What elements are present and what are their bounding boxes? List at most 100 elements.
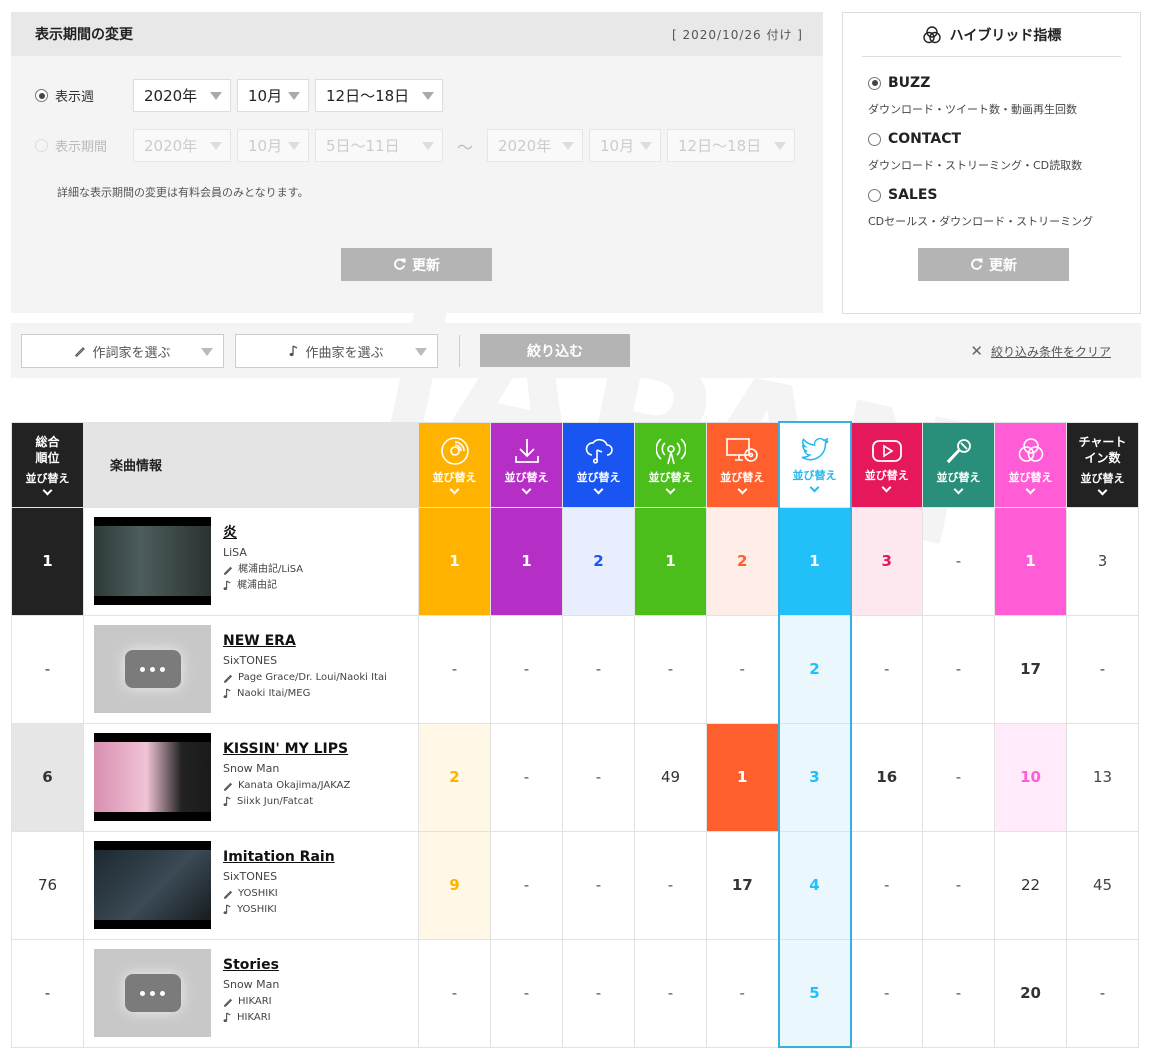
chevron-down-icon bbox=[953, 484, 964, 495]
range-to-year-select[interactable]: 2020年 bbox=[487, 129, 584, 162]
dropdown-arrow-icon bbox=[422, 141, 434, 150]
chartin-header[interactable]: チャート イン数 並び替え bbox=[1066, 421, 1139, 508]
music-note-icon bbox=[223, 796, 231, 807]
chevron-down-icon bbox=[665, 484, 676, 495]
video-thumbnail[interactable] bbox=[94, 841, 211, 929]
hybrid-update-button[interactable]: 更新 bbox=[918, 248, 1069, 281]
hybrid-icon bbox=[922, 25, 941, 43]
table-row: 1 炎 LiSA 梶浦由記/LiSA 梶浦由記 1 1 2 1 2 1 3-1 3 bbox=[11, 506, 1139, 616]
buzz-radio[interactable] bbox=[868, 76, 881, 90]
hybrid-header[interactable]: 並び替え bbox=[994, 421, 1067, 508]
song-title-link[interactable]: NEW ERA bbox=[223, 634, 387, 648]
composer-credit: HIKARI bbox=[223, 1012, 279, 1023]
range-row: 表示期間 2020年 10月 5日〜11日 〜 2020年 10月 12日〜18… bbox=[35, 129, 801, 162]
chevron-down-icon bbox=[521, 484, 532, 495]
lyricist-select[interactable]: 作詞家を選ぶ bbox=[21, 334, 224, 368]
pc-rank-cell: 2 bbox=[706, 506, 779, 616]
download-rank-cell: - bbox=[490, 938, 563, 1048]
song-title-link[interactable]: Imitation Rain bbox=[223, 850, 335, 864]
range-to-month-select[interactable]: 10月 bbox=[589, 129, 662, 162]
period-update-button[interactable]: 更新 bbox=[341, 248, 492, 281]
cd-rank-cell: - bbox=[418, 938, 491, 1048]
table-row: 76 Imitation Rain SixTONES YOSHIKI YOSHIKI 9-… bbox=[11, 830, 1139, 940]
range-from-day-select[interactable]: 5日〜11日 bbox=[315, 129, 443, 162]
dropdown-arrow-icon bbox=[640, 141, 653, 150]
radio-header[interactable]: 並び替え bbox=[634, 421, 707, 508]
download-rank-cell: - bbox=[490, 830, 563, 940]
karaoke-header[interactable]: 並び替え bbox=[922, 421, 995, 508]
streaming-rank-cell: - bbox=[562, 830, 635, 940]
week-range-select[interactable]: 12日〜18日 bbox=[315, 79, 443, 112]
composer-select[interactable]: 作曲家を選ぶ bbox=[235, 334, 438, 368]
rank-header[interactable]: 総合 順位 並び替え bbox=[11, 421, 84, 508]
song-title-link[interactable]: KISSIN' MY LIPS bbox=[223, 742, 350, 756]
period-header: 表示期間の変更 [ 2020/10/26 付け ] bbox=[11, 12, 823, 56]
refresh-icon bbox=[394, 258, 406, 270]
chevron-down-icon bbox=[809, 482, 820, 493]
youtube-rank-cell: - bbox=[850, 614, 923, 724]
dropdown-arrow-icon bbox=[415, 348, 427, 356]
song-info-cell: KISSIN' MY LIPS Snow Man Kanata Okajima/JA… bbox=[83, 722, 419, 832]
hybrid-option-sales[interactable]: SALES bbox=[868, 187, 938, 203]
karaoke-rank-cell: - bbox=[922, 614, 995, 724]
sales-radio[interactable] bbox=[868, 188, 881, 202]
week-radio[interactable] bbox=[35, 89, 48, 102]
video-thumbnail[interactable] bbox=[94, 733, 211, 821]
hybrid-desc-sales: CDセールス・ダウンロード・ストリーミング bbox=[868, 215, 1094, 228]
rank-cell: 76 bbox=[11, 830, 84, 940]
chartin-cell: 3 bbox=[1066, 506, 1139, 616]
twitter-header[interactable]: 並び替え bbox=[777, 421, 852, 508]
composer-credit: YOSHIKI bbox=[223, 904, 335, 915]
info-header: 楽曲情報 bbox=[83, 421, 419, 508]
pencil-icon bbox=[224, 566, 233, 575]
music-note-icon bbox=[223, 1012, 231, 1023]
filter-clear-link[interactable]: ✕ 絞り込み条件をクリア bbox=[970, 342, 1111, 360]
dropdown-arrow-icon bbox=[422, 91, 434, 100]
hybrid-option-buzz[interactable]: BUZZ bbox=[868, 75, 930, 91]
video-thumbnail[interactable] bbox=[94, 517, 211, 605]
cd-rank-cell: 9 bbox=[418, 830, 491, 940]
cd-rank-cell: - bbox=[418, 614, 491, 724]
hybrid-option-contact[interactable]: CONTACT bbox=[868, 131, 961, 147]
song-title-link[interactable]: Stories bbox=[223, 958, 279, 972]
filter-apply-button[interactable]: 絞り込む bbox=[480, 334, 630, 367]
range-from-year-select[interactable]: 2020年 bbox=[133, 129, 231, 162]
cd-header[interactable]: 並び替え bbox=[418, 421, 491, 508]
range-from-month-select[interactable]: 10月 bbox=[237, 129, 309, 162]
chevron-down-icon bbox=[1097, 485, 1108, 496]
video-placeholder[interactable] bbox=[94, 949, 211, 1037]
week-month-select[interactable]: 10月 bbox=[237, 79, 309, 112]
week-year-select[interactable]: 2020年 bbox=[133, 79, 231, 112]
streaming-icon bbox=[585, 438, 613, 464]
download-header[interactable]: 並び替え bbox=[490, 421, 563, 508]
range-radio[interactable] bbox=[35, 139, 48, 152]
chartin-cell: - bbox=[1066, 938, 1139, 1048]
lyricist-credit: 梶浦由記/LiSA bbox=[223, 565, 303, 575]
youtube-header[interactable]: 並び替え bbox=[850, 421, 923, 508]
artist-name: SixTONES bbox=[223, 870, 278, 883]
hybrid-rank-cell: 22 bbox=[994, 830, 1067, 940]
streaming-header[interactable]: 並び替え bbox=[562, 421, 635, 508]
lyricist-credit: Page Grace/Dr. Loui/Naoki Itai bbox=[223, 673, 387, 683]
composer-credit: Siixk Jun/Fatcat bbox=[223, 796, 350, 807]
artist-name: Snow Man bbox=[223, 762, 280, 775]
radio-rank-cell: 49 bbox=[634, 722, 707, 832]
refresh-icon bbox=[971, 258, 983, 270]
pc-header[interactable]: 並び替え bbox=[706, 421, 779, 508]
pencil-icon bbox=[224, 782, 233, 791]
twitter-rank-cell: 3 bbox=[777, 722, 852, 832]
song-title-link[interactable]: 炎 bbox=[223, 526, 303, 540]
pencil-icon bbox=[224, 998, 233, 1007]
filter-divider bbox=[459, 335, 460, 367]
karaoke-icon bbox=[946, 439, 971, 464]
youtube-rank-cell: - bbox=[850, 938, 923, 1048]
artist-name: Snow Man bbox=[223, 978, 280, 991]
dropdown-arrow-icon bbox=[210, 91, 222, 100]
contact-radio[interactable] bbox=[868, 132, 881, 146]
chart-table: 総合 順位 並び替え 楽曲情報 並び替え 並び替え 並び替え 並び替え 並び替え … bbox=[11, 421, 1139, 1048]
streaming-rank-cell: - bbox=[562, 722, 635, 832]
range-to-day-select[interactable]: 12日〜18日 bbox=[667, 129, 796, 162]
video-placeholder[interactable] bbox=[94, 625, 211, 713]
streaming-rank-cell: - bbox=[562, 614, 635, 724]
hybrid-rank-cell: 10 bbox=[994, 722, 1067, 832]
